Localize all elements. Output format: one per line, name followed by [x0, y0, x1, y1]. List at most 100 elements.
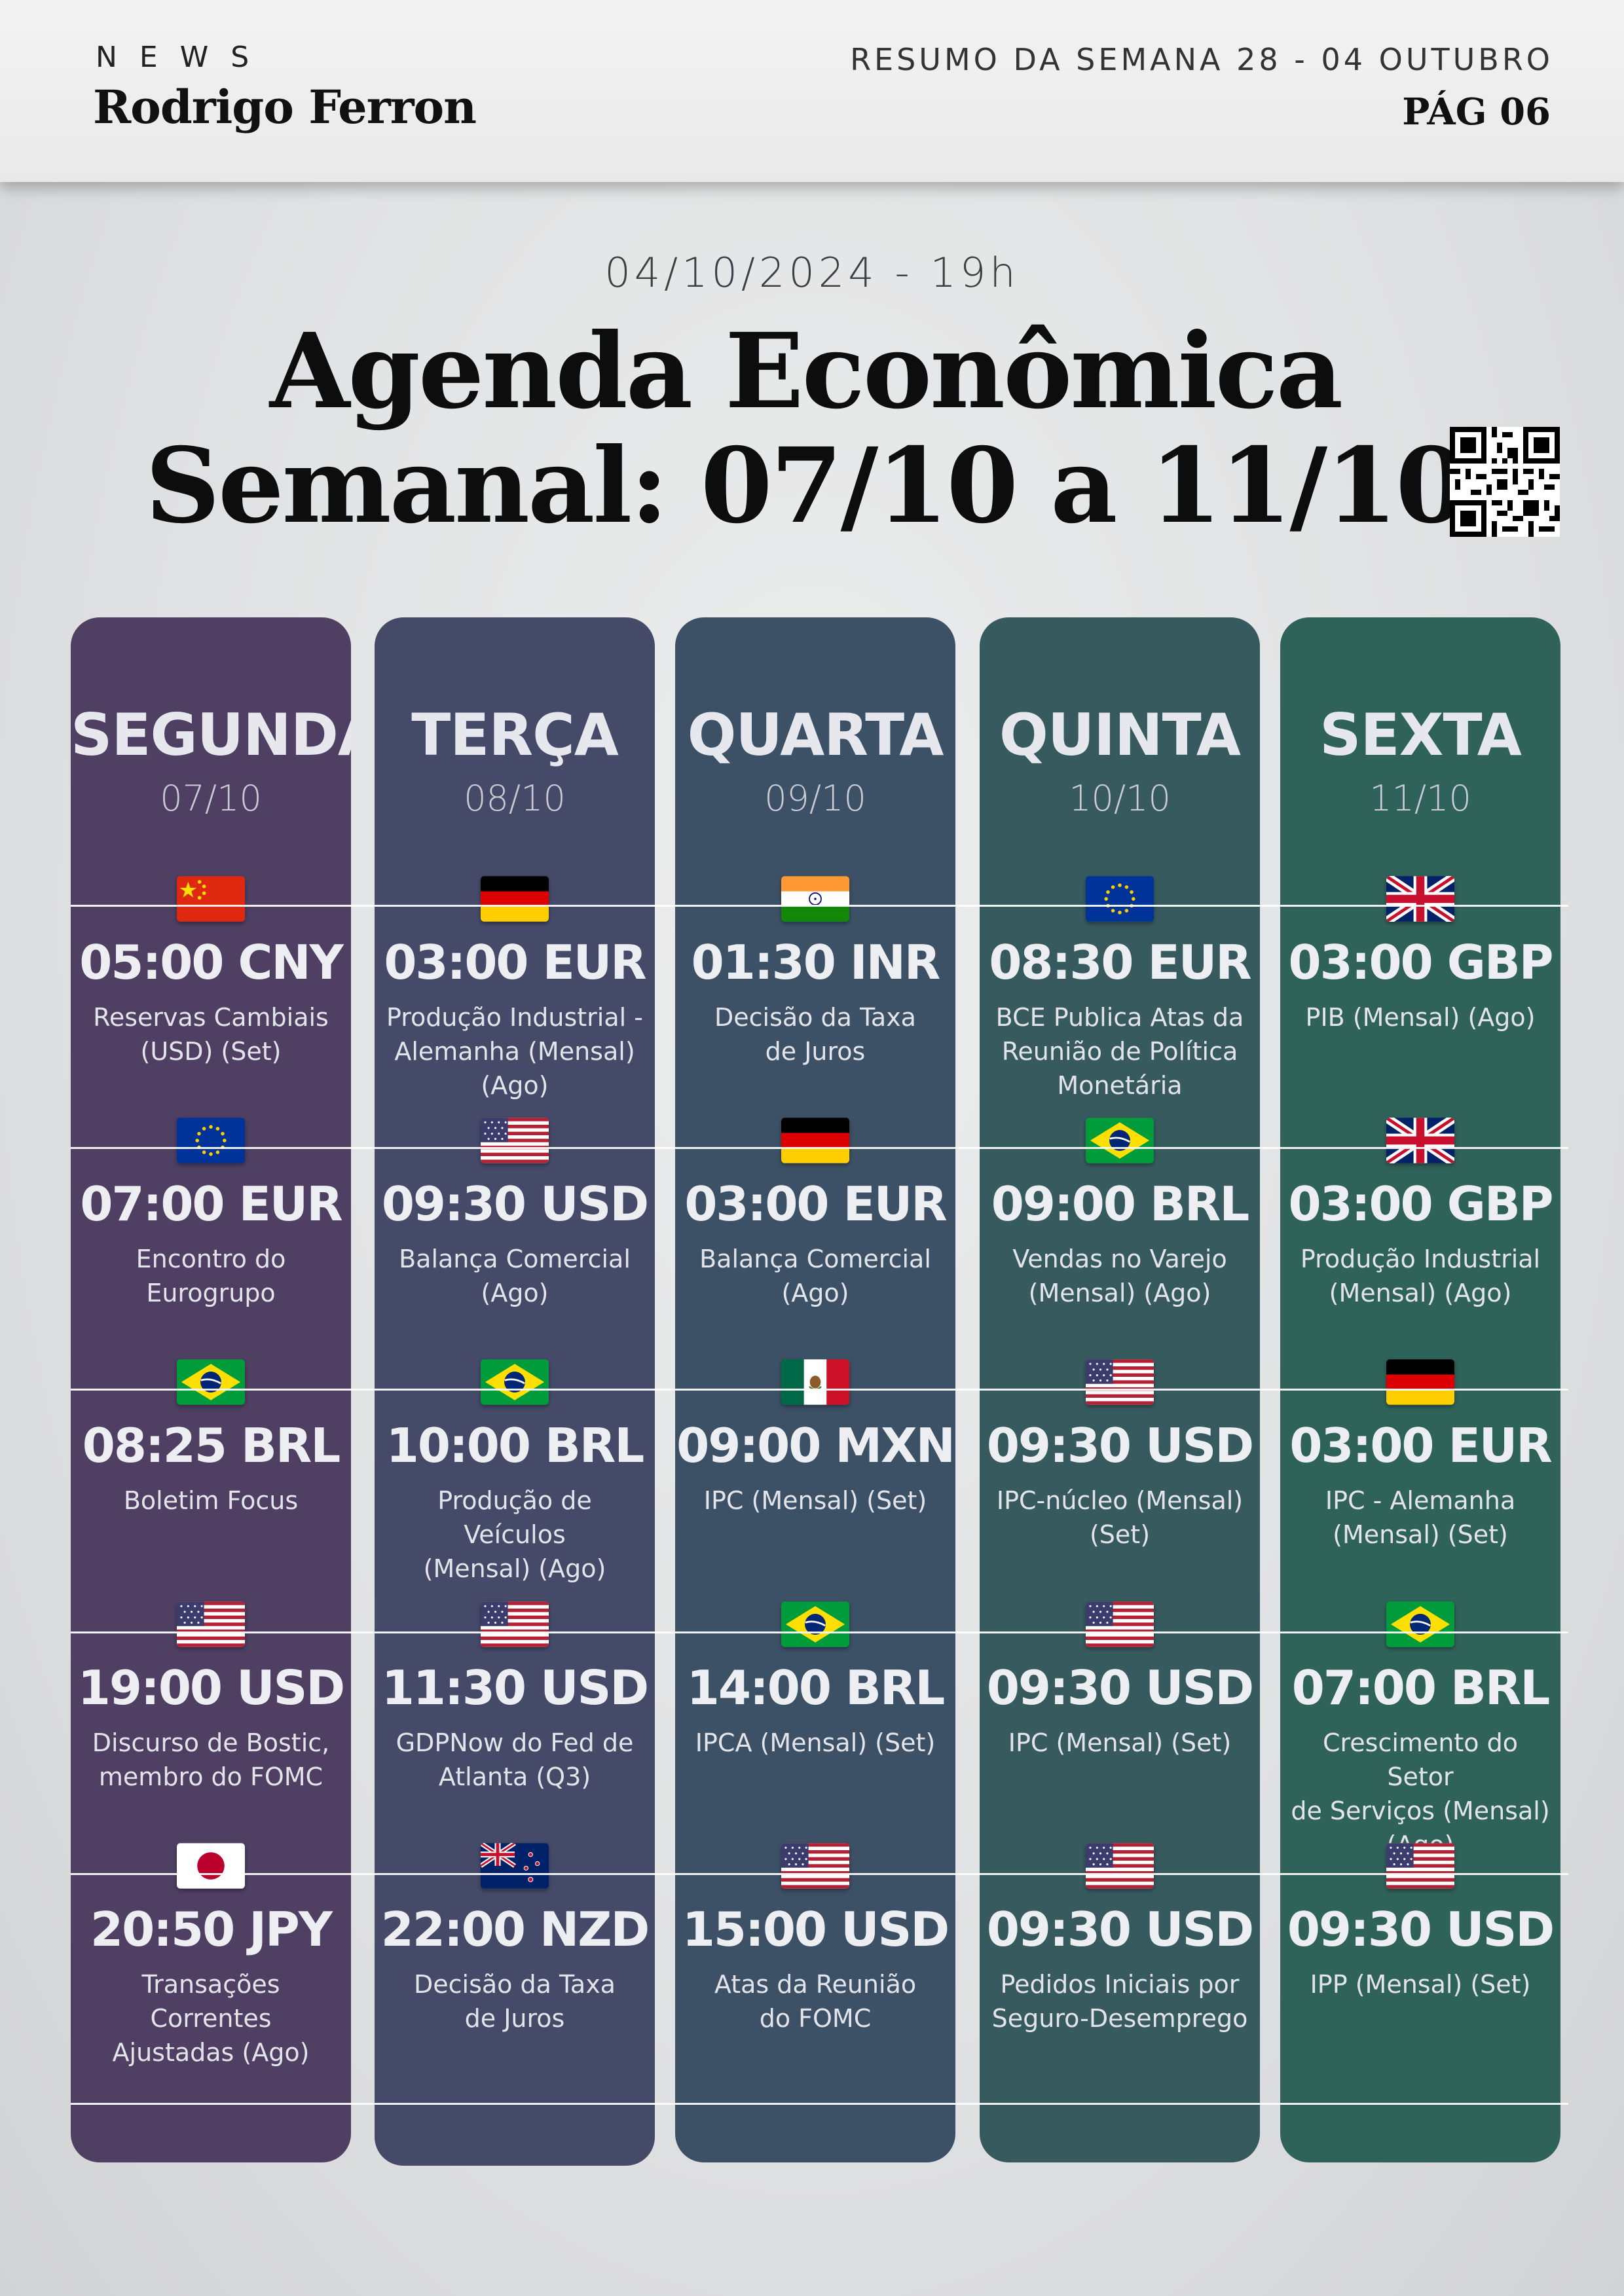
day-date: 07/10 [160, 778, 262, 819]
event-time-currency: 09:30 USD [381, 1176, 649, 1231]
us-flag-icon [1386, 1843, 1454, 1889]
page-number: PÁG 06 [1402, 90, 1551, 134]
eu-flag-icon [177, 1118, 245, 1163]
event-item: 09:30 USD IPP (Mensal) (Set) [1280, 1843, 1560, 2066]
day-name: TERÇA [411, 701, 619, 769]
event-item: 09:30 USD Balança Comercial (Ago) [375, 1118, 655, 1340]
event-description: Decisão da Taxa de Juros [714, 1003, 916, 1066]
event-time-currency: 15:00 USD [682, 1902, 950, 1957]
row-divider [71, 1389, 1568, 1391]
event-time-currency: 09:00 MXN [676, 1418, 955, 1473]
day-name: SEXTA [1320, 701, 1522, 769]
event-description: Transações Correntes Ajustadas (Ago) [112, 1970, 310, 2067]
week-summary: RESUMO DA SEMANA 28 - 04 OUTUBRO [850, 42, 1553, 77]
row-divider [71, 905, 1568, 907]
brand-tagline: NEWS [96, 41, 272, 74]
day-column-terca: TERÇA 08/10 03:00 EUR Produção Industrial -… [375, 617, 655, 2166]
event-description: Discurso de Bostic, membro do FOMC [92, 1728, 330, 1791]
event-time-currency: 20:50 JPY [90, 1902, 333, 1957]
event-item: 08:25 BRL Boletim Focus [71, 1359, 351, 1582]
br-flag-icon [481, 1359, 549, 1405]
event-description: Decisão da Taxa de Juros [414, 1970, 616, 2033]
de-flag-icon [781, 1118, 849, 1163]
event-item: 09:30 USD IPC (Mensal) (Set) [980, 1601, 1260, 1824]
event-time-currency: 09:30 USD [986, 1418, 1254, 1473]
event-item: 09:00 MXN IPC (Mensal) (Set) [675, 1359, 955, 1582]
day-name: QUARTA [687, 701, 944, 769]
eu-flag-icon [1086, 876, 1154, 922]
day-date: 09/10 [764, 778, 866, 819]
event-item: 22:00 NZD Decisão da Taxa de Juros [375, 1843, 655, 2066]
event-item: 20:50 JPY Transações Correntes Ajustadas … [71, 1843, 351, 2067]
event-description: PIB (Mensal) (Ago) [1305, 1003, 1536, 1032]
row-divider [71, 1631, 1568, 1633]
row-divider [71, 1147, 1568, 1149]
event-item: 09:30 USD IPC-núcleo (Mensal) (Set) [980, 1359, 1260, 1582]
event-time-currency: 09:30 USD [986, 1660, 1254, 1715]
event-description: Atas da Reunião do FOMC [714, 1970, 917, 2033]
br-flag-icon [1386, 1601, 1454, 1647]
jp-flag-icon [177, 1843, 245, 1889]
page-header: NEWS Rodrigo Ferron RESUMO DA SEMANA 28 … [0, 0, 1624, 182]
event-time-currency: 01:30 INR [691, 935, 941, 990]
event-time-currency: 03:00 EUR [384, 935, 646, 990]
cn-flag-icon [177, 876, 245, 922]
page-title-line1: Agenda Econômica [269, 311, 1343, 432]
event-item: 03:00 EUR IPC - Alemanha (Mensal) (Set) [1280, 1359, 1560, 1582]
day-date: 08/10 [464, 778, 566, 819]
event-time-currency: 19:00 USD [77, 1660, 345, 1715]
event-item: 10:00 BRL Produção de Veículos (Mensal) (… [375, 1359, 655, 1583]
event-item: 11:30 USD GDPNow do Fed de Atlanta (Q3) [375, 1601, 655, 1824]
event-item: 07:00 BRL Crescimento do Setor de Serviço… [1280, 1601, 1560, 1859]
event-item: 03:00 EUR Balança Comercial (Ago) [675, 1118, 955, 1340]
event-time-currency: 03:00 EUR [1289, 1418, 1552, 1473]
brand-name: Rodrigo Ferron [93, 80, 477, 134]
event-item: 08:30 EUR BCE Publica Atas da Reunião de … [980, 876, 1260, 1100]
event-description: Vendas no Varejo (Mensal) (Ago) [1012, 1245, 1227, 1307]
day-name: SEGUNDA [71, 701, 351, 769]
br-flag-icon [781, 1601, 849, 1647]
event-time-currency: 09:00 BRL [991, 1176, 1249, 1231]
us-flag-icon [177, 1601, 245, 1647]
qr-code-icon[interactable] [1450, 427, 1560, 537]
day-date: 10/10 [1069, 778, 1171, 819]
event-time-currency: 05:00 CNY [79, 935, 343, 990]
event-description: GDPNow do Fed de Atlanta (Q3) [396, 1728, 634, 1791]
event-description: IPC - Alemanha (Mensal) (Set) [1325, 1486, 1516, 1549]
in-flag-icon [781, 876, 849, 922]
de-flag-icon [1386, 1359, 1454, 1405]
event-description: Produção Industrial - Alemanha (Mensal) … [386, 1003, 643, 1100]
event-item: 09:30 USD Pedidos Iniciais por Seguro-Des… [980, 1843, 1260, 2066]
event-time-currency: 03:00 GBP [1288, 1176, 1554, 1231]
day-name: QUINTA [999, 701, 1241, 769]
event-description: Crescimento do Setor de Serviços (Mensal… [1291, 1728, 1550, 1859]
event-item: 15:00 USD Atas da Reunião do FOMC [675, 1843, 955, 2066]
event-time-currency: 07:00 EUR [80, 1176, 342, 1231]
event-description: Produção Industrial (Mensal) (Ago) [1300, 1245, 1541, 1307]
event-time-currency: 10:00 BRL [386, 1418, 644, 1473]
gb-flag-icon [1386, 876, 1454, 922]
event-description: IPC-núcleo (Mensal) (Set) [996, 1486, 1244, 1549]
event-description: IPP (Mensal) (Set) [1310, 1970, 1531, 1999]
us-flag-icon [1086, 1359, 1154, 1405]
event-description: IPC (Mensal) (Set) [1008, 1728, 1232, 1757]
event-time-currency: 03:00 GBP [1288, 935, 1554, 990]
event-item: 01:30 INR Decisão da Taxa de Juros [675, 876, 955, 1099]
br-flag-icon [1086, 1118, 1154, 1163]
event-description: IPCA (Mensal) (Set) [695, 1728, 936, 1757]
event-item: 09:00 BRL Vendas no Varejo (Mensal) (Ago) [980, 1118, 1260, 1340]
day-date: 11/10 [1369, 778, 1471, 819]
publish-datetime: 04/10/2024 - 19h [604, 249, 1020, 297]
event-description: Boletim Focus [123, 1486, 299, 1515]
event-time-currency: 09:30 USD [1287, 1902, 1555, 1957]
event-time-currency: 08:30 EUR [989, 935, 1251, 990]
page-title-line2: Semanal: 07/10 a 11/10 [145, 426, 1467, 547]
event-description: BCE Publica Atas da Reunião de Política … [995, 1003, 1244, 1100]
event-item: 03:00 EUR Produção Industrial - Alemanha … [375, 876, 655, 1100]
event-description: Balança Comercial (Ago) [699, 1245, 931, 1307]
us-flag-icon [481, 1118, 549, 1163]
event-item: 05:00 CNY Reservas Cambiais (USD) (Set) [71, 876, 351, 1099]
event-description: Reservas Cambiais (USD) (Set) [93, 1003, 329, 1066]
event-description: Balança Comercial (Ago) [399, 1245, 631, 1307]
event-item: 03:00 GBP Produção Industrial (Mensal) (A… [1280, 1118, 1560, 1340]
